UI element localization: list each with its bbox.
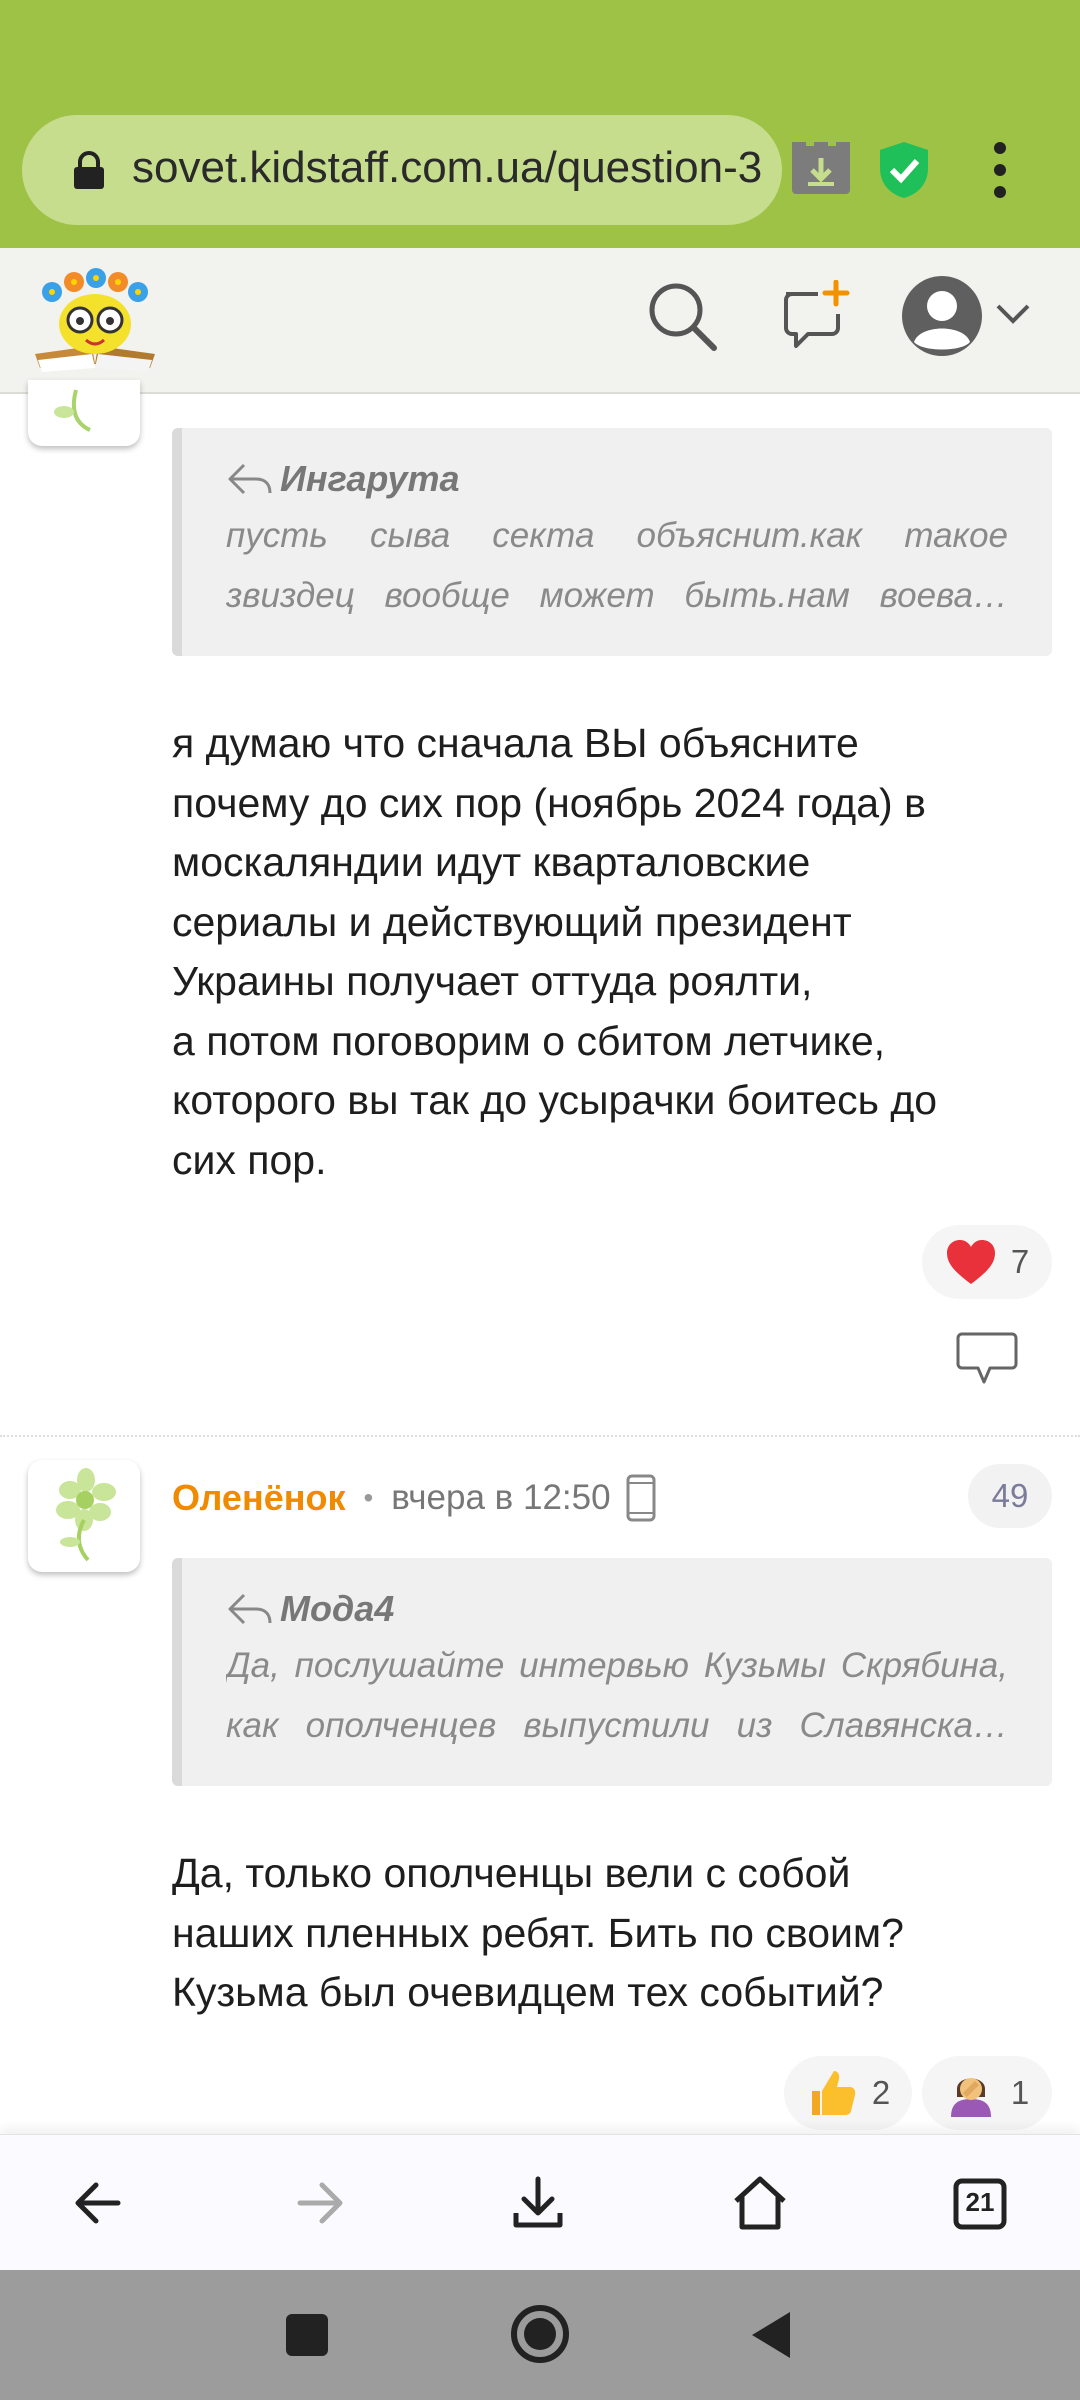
facepalm-icon (950, 2078, 991, 2117)
quote-block: Мода4 Да, послушайте интервью Кузьмы Скр… (172, 1558, 1052, 1786)
system-nav-bar (0, 2270, 1080, 2400)
forward-arrow-icon[interactable] (290, 2173, 350, 2233)
quote-author[interactable]: Мода4 (226, 1588, 1008, 1630)
quote-block: Ингарута пусть сыва секта объяснит.как т… (172, 428, 1052, 656)
browser-toolbar: sovet.kidstaff.com.ua/question-3 (0, 0, 1080, 248)
heart-icon (946, 1240, 995, 1284)
reply-arrow-icon (228, 463, 272, 495)
post-body: Да, только ополченцы вели с собой наших … (172, 1850, 904, 2015)
tabs-button[interactable]: 21 (950, 2173, 1010, 2233)
user-avatar[interactable] (28, 380, 140, 446)
reaction-facepalm-button[interactable]: 1 (922, 2056, 1052, 2130)
site-header (0, 248, 1080, 394)
menu-dots-icon[interactable] (985, 140, 1015, 200)
back-triangle-icon[interactable] (748, 2308, 794, 2362)
new-question-icon[interactable] (780, 280, 850, 352)
url-text: sovet.kidstaff.com.ua/question-3 (132, 143, 763, 192)
lock-icon (74, 151, 104, 189)
post-body: я думаю что сначала ВЫ объясните почему … (172, 720, 938, 1183)
quote-text: пусть сыва секта объяснит.как такое звиз… (226, 516, 1008, 615)
reaction-thumbs-up-button[interactable]: 2 (784, 2056, 912, 2130)
thumbs-up-icon (811, 2071, 856, 2115)
chevron-down-icon[interactable] (994, 302, 1032, 326)
recent-apps-icon[interactable] (282, 2310, 332, 2360)
quote-author[interactable]: Ингарута (226, 458, 1008, 500)
tab-count: 21 (965, 2187, 995, 2217)
shield-icon[interactable] (878, 140, 930, 200)
post-meta: Оленёнок • вчера в 12:50 (172, 1470, 657, 1526)
home-circle-icon[interactable] (508, 2302, 572, 2366)
back-arrow-icon[interactable] (68, 2173, 128, 2233)
address-bar[interactable]: sovet.kidstaff.com.ua/question-3 (22, 115, 782, 225)
reaction-heart-button[interactable]: 7 (922, 1225, 1052, 1299)
post-divider (0, 1435, 1080, 1437)
download-manager-icon[interactable] (790, 140, 852, 196)
mobile-device-icon (626, 1474, 656, 1522)
quote-text: Да, послушайте интервью Кузьмы Скрябина,… (226, 1646, 1008, 1745)
site-logo[interactable] (30, 264, 160, 376)
avatar[interactable] (900, 274, 984, 358)
comment-reply-icon[interactable] (956, 1330, 1018, 1388)
home-icon[interactable] (730, 2173, 790, 2233)
download-icon[interactable] (508, 2173, 568, 2233)
post-timestamp: вчера в 12:50 (391, 1478, 611, 1517)
post-number-badge[interactable]: 49 (968, 1464, 1052, 1528)
user-avatar[interactable] (28, 1460, 140, 1572)
search-icon[interactable] (646, 280, 718, 352)
reply-arrow-icon (228, 1593, 272, 1625)
flower-avatar-icon (56, 1468, 116, 1562)
meta-separator: • (363, 1482, 374, 1513)
flower-avatar-icon (54, 389, 91, 432)
browser-bottom-nav: 21 (0, 2134, 1080, 2270)
username-link[interactable]: Оленёнок (172, 1477, 345, 1519)
